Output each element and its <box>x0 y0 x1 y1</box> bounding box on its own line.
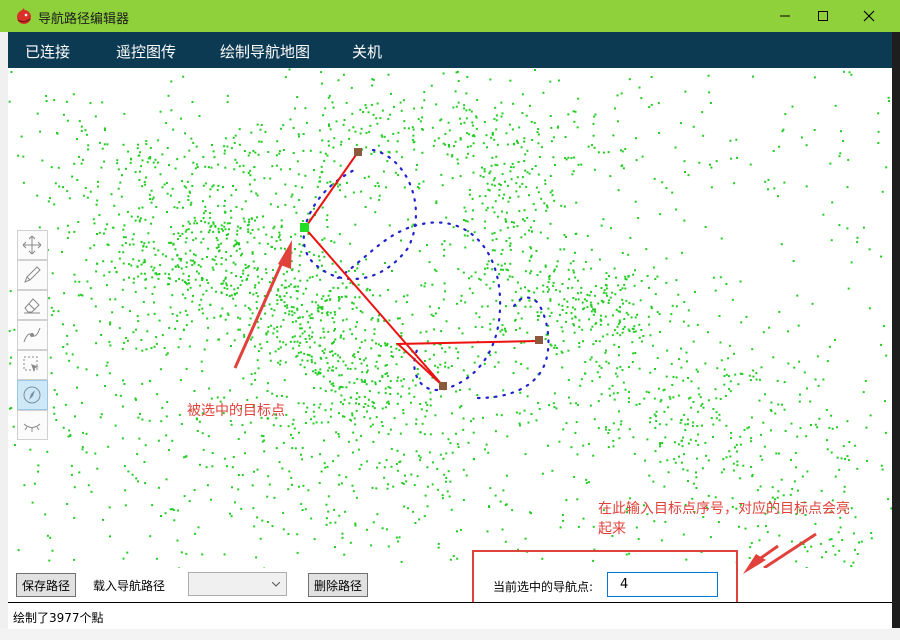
move-tool-button[interactable] <box>17 230 48 260</box>
path-icon <box>23 327 41 343</box>
status-text: 绘制了3977个點 <box>13 611 104 625</box>
eraser-icon <box>24 298 40 314</box>
close-icon <box>863 10 875 22</box>
background-window-left <box>0 0 8 640</box>
chevron-down-icon <box>272 582 280 587</box>
annotation-arrow-head <box>743 544 779 574</box>
menu-bar: 已连接 遥控图传 绘制导航地图 关机 <box>8 32 892 68</box>
save-path-button[interactable]: 保存路径 <box>16 573 76 597</box>
close-button[interactable] <box>846 0 892 32</box>
menu-draw-map[interactable]: 绘制导航地图 <box>220 41 310 62</box>
compass-icon <box>23 386 41 404</box>
robot-trajectory <box>302 148 550 400</box>
minimize-icon <box>780 15 790 17</box>
maximize-icon <box>818 11 828 21</box>
annotation-selected-point: 被选中的目标点 <box>187 403 285 419</box>
menu-connect[interactable]: 已连接 <box>25 41 70 62</box>
status-bar: 绘制了3977个點 <box>8 602 892 629</box>
app-bird-icon <box>17 8 31 24</box>
eraser-tool-button[interactable] <box>17 290 48 320</box>
select-tool-button[interactable] <box>17 350 48 380</box>
delete-path-button[interactable]: 删除路径 <box>308 573 368 597</box>
move-icon <box>22 235 42 255</box>
menu-shutdown[interactable]: 关机 <box>352 41 382 62</box>
pencil-icon <box>24 266 41 283</box>
waypoint-marker[interactable] <box>354 148 362 156</box>
annotation-arrow-selected <box>233 240 292 369</box>
load-path-label: 载入导航路径 <box>93 579 166 593</box>
annotation-input-hint-line2: 起来 <box>598 521 626 537</box>
waypoint-marker[interactable] <box>439 382 447 390</box>
background-taskbar <box>0 628 900 640</box>
maximize-button[interactable] <box>800 0 846 32</box>
map-drawing[interactable] <box>8 68 892 568</box>
load-path-select[interactable] <box>188 572 287 596</box>
point-cloud <box>8 68 892 568</box>
waypoint-marker[interactable] <box>535 336 543 344</box>
compass-tool-button[interactable] <box>17 380 48 410</box>
map-canvas[interactable] <box>8 68 892 568</box>
window-title: 导航路径编辑器 <box>38 12 130 27</box>
title-bar: 导航路径编辑器 <box>0 0 900 32</box>
menu-remote-video[interactable]: 遥控图传 <box>116 41 176 62</box>
tool-palette <box>17 230 48 440</box>
selected-waypoint-marker[interactable] <box>300 223 309 232</box>
eye-closed-icon <box>23 423 41 432</box>
eye-tool-button[interactable] <box>17 410 48 440</box>
pencil-tool-button[interactable] <box>17 260 48 290</box>
select-icon <box>23 356 39 372</box>
background-window-right <box>892 0 900 640</box>
annotation-input-hint-line1: 在此输入目标点序号，对应的目标点会亮 <box>598 501 850 517</box>
path-tool-button[interactable] <box>17 320 48 350</box>
